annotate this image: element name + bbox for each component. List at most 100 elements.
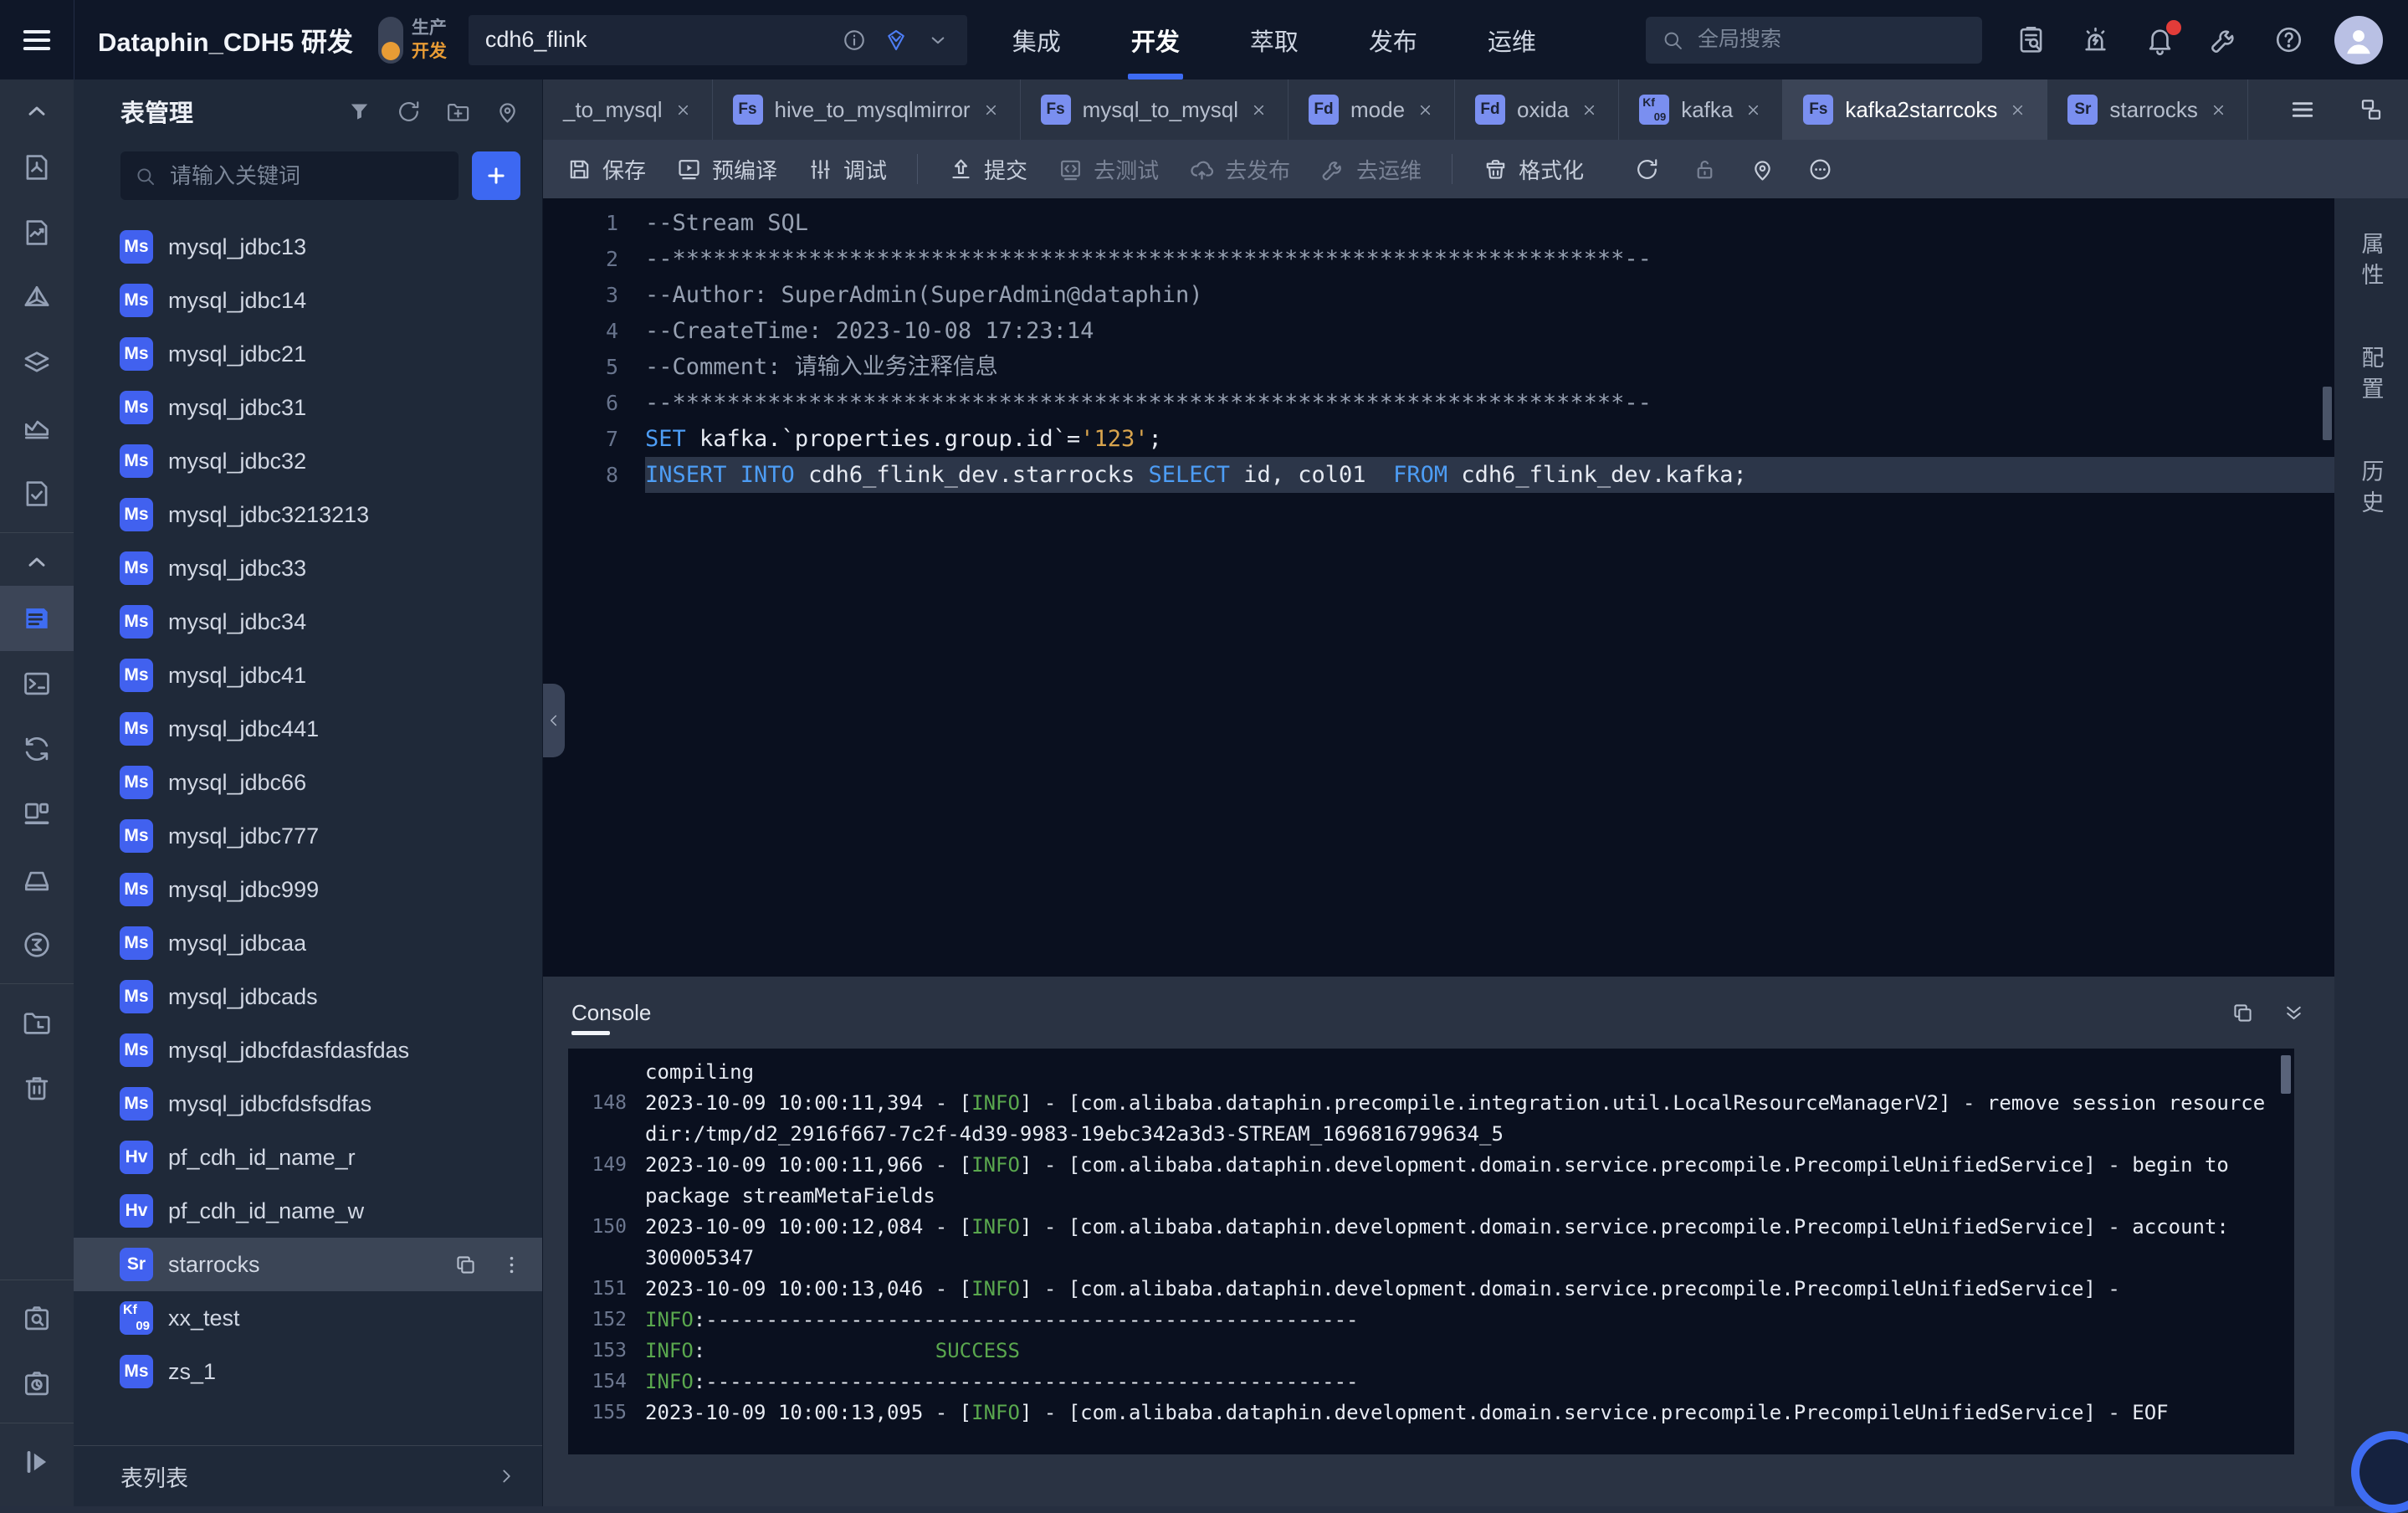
rail-pyramid-button[interactable] [0, 265, 74, 331]
editor-tab[interactable]: _to_mysql [543, 79, 713, 140]
code-test-button[interactable]: 去测试 [1058, 154, 1159, 185]
table-item[interactable]: Ms mysql_jdbc999 [74, 863, 542, 916]
table-item[interactable]: Ms mysql_jdbc21 [74, 327, 542, 381]
code-line[interactable]: 6 --*************************************… [543, 385, 2334, 421]
close-tab-icon[interactable] [2210, 101, 2227, 119]
close-tab-icon[interactable] [1581, 101, 1598, 119]
code-line[interactable]: 8 INSERT INTO cdh6_flink_dev.starrocks SE… [543, 457, 2334, 493]
split-view-icon[interactable] [2358, 96, 2385, 123]
avatar[interactable] [2334, 15, 2383, 64]
debug-button[interactable]: 调试 [807, 154, 887, 185]
rail-tray-button[interactable] [0, 847, 74, 912]
nav-item[interactable]: 萃取 [1215, 0, 1334, 79]
alarm-button[interactable] [2080, 24, 2111, 55]
clipboard-search-button[interactable] [2016, 24, 2047, 55]
rail-sync-button[interactable] [0, 716, 74, 782]
rail-chevron-up-button[interactable] [0, 88, 74, 135]
console-scrollbar[interactable] [2281, 1055, 2291, 1094]
rail-dashboard-button[interactable] [0, 782, 74, 847]
table-item[interactable]: Ms mysql_jdbc34 [74, 595, 542, 649]
folder-plus-button[interactable] [445, 99, 471, 125]
rail-doc-check-button[interactable] [0, 461, 74, 526]
nav-item[interactable]: 发布 [1334, 0, 1452, 79]
console-tab[interactable]: Console [571, 977, 651, 1049]
close-tab-icon[interactable] [2009, 101, 2026, 119]
code-line[interactable]: 5 --Comment: 请输入业务注释信息 [543, 349, 2334, 385]
table-item[interactable]: Ms zs_1 [74, 1345, 542, 1398]
add-table-button[interactable] [472, 151, 520, 200]
right-panel-tab[interactable]: 属性 [2355, 232, 2388, 294]
code-line[interactable]: 3 --Author: SuperAdmin(SuperAdmin@dataphi… [543, 277, 2334, 313]
rail-chevron-up-button[interactable] [0, 539, 74, 586]
submit-button[interactable]: 提交 [948, 154, 1027, 185]
table-item[interactable]: Ms mysql_jdbcfdasfdasfdas [74, 1023, 542, 1077]
refresh-button[interactable] [1634, 156, 1660, 182]
close-tab-icon[interactable] [1417, 101, 1434, 119]
editor-tab[interactable]: Kf 09 kafka [1619, 79, 1784, 140]
editor-scrollbar[interactable] [2323, 387, 2332, 440]
code-editor[interactable]: 1 --Stream SQL 2 --************************… [543, 198, 2334, 977]
ops-wrench-button[interactable]: 去运维 [1320, 154, 1422, 185]
table-item[interactable]: Ms mysql_jdbcaa [74, 916, 542, 970]
ellipsis-circle-button[interactable] [1807, 156, 1833, 182]
collapse-console-icon[interactable] [2282, 1001, 2306, 1025]
editor-tab[interactable]: Sr starrocks [2047, 79, 2248, 140]
copy-icon[interactable] [453, 1253, 478, 1277]
env-toggle[interactable]: 生产 开发 [377, 16, 447, 64]
table-item[interactable]: Ms mysql_jdbc13 [74, 220, 542, 274]
rail-table-manage-button[interactable] [0, 586, 74, 651]
tab-list-menu-icon[interactable] [2289, 96, 2316, 123]
table-item[interactable]: Hv pf_cdh_id_name_r [74, 1131, 542, 1184]
table-item[interactable]: Ms mysql_jdbc441 [74, 702, 542, 756]
bell-button[interactable] [2144, 20, 2181, 55]
rail-area-chart-button[interactable] [0, 396, 74, 461]
refresh-button[interactable] [396, 99, 422, 125]
rail-doc-chart-button[interactable] [0, 200, 74, 265]
editor-tab[interactable]: Fs hive_to_mysqlmirror [713, 79, 1021, 140]
nav-item[interactable]: 开发 [1096, 0, 1215, 79]
close-tab-icon[interactable] [674, 101, 692, 119]
close-tab-icon[interactable] [1745, 101, 1762, 119]
nav-item[interactable]: 运维 [1452, 0, 1571, 79]
editor-tab[interactable]: Fd mode [1289, 79, 1456, 140]
panel-search[interactable] [120, 151, 459, 200]
rail-folder-clock-button[interactable] [0, 990, 74, 1055]
table-item[interactable]: Kf 09 xx_test [74, 1291, 542, 1345]
close-tab-icon[interactable] [982, 101, 1000, 119]
nav-item[interactable]: 集成 [977, 0, 1096, 79]
code-line[interactable]: 4 --CreateTime: 2023-10-08 17:23:14 [543, 313, 2334, 349]
rail-run-button[interactable] [0, 1429, 74, 1495]
format-button[interactable]: 格式化 [1483, 154, 1584, 185]
help-button[interactable] [2273, 24, 2304, 55]
table-item[interactable]: Ms mysql_jdbc31 [74, 381, 542, 434]
rail-layers-button[interactable] [0, 331, 74, 396]
panel-search-input[interactable] [168, 162, 445, 190]
filter-button[interactable] [346, 99, 372, 125]
table-item[interactable]: Ms mysql_jdbcfdsfsdfas [74, 1077, 542, 1131]
chevron-down-icon[interactable] [925, 28, 950, 53]
console-log[interactable]: compiling 148 2023-10-09 10:00:11,394 - [I… [568, 1049, 2294, 1454]
table-item[interactable]: Ms mysql_jdbc33 [74, 541, 542, 595]
rail-trash-button[interactable] [0, 1055, 74, 1121]
table-item[interactable]: Ms mysql_jdbc41 [74, 649, 542, 702]
table-item[interactable]: Ms mysql_jdbc777 [74, 809, 542, 863]
table-item[interactable]: Ms mysql_jdbc14 [74, 274, 542, 327]
editor-tab[interactable]: Fs kafka2starrcoks [1783, 79, 2048, 140]
table-item[interactable]: Ms mysql_jdbc66 [74, 756, 542, 809]
lock-open-button[interactable] [1692, 156, 1718, 182]
table-item[interactable]: Hv pf_cdh_id_name_w [74, 1184, 542, 1238]
global-search-input[interactable] [1696, 27, 1967, 53]
table-item[interactable]: Ms mysql_jdbcads [74, 970, 542, 1023]
copy-icon[interactable] [2231, 1001, 2255, 1025]
rail-sigma-button[interactable] [0, 912, 74, 977]
precompile-button[interactable]: 预编译 [676, 154, 777, 185]
env-toggle-pill[interactable] [377, 16, 403, 64]
kebab-icon[interactable] [500, 1253, 524, 1277]
main-menu-button[interactable] [0, 0, 74, 79]
global-search[interactable] [1646, 16, 1982, 64]
code-line[interactable]: 2 --*************************************… [543, 241, 2334, 277]
table-item[interactable]: Sr starrocks [74, 1238, 542, 1291]
rail-doc-flow-button[interactable] [0, 135, 74, 200]
rail-terminal-button[interactable] [0, 651, 74, 716]
save-button[interactable]: 保存 [566, 154, 646, 185]
